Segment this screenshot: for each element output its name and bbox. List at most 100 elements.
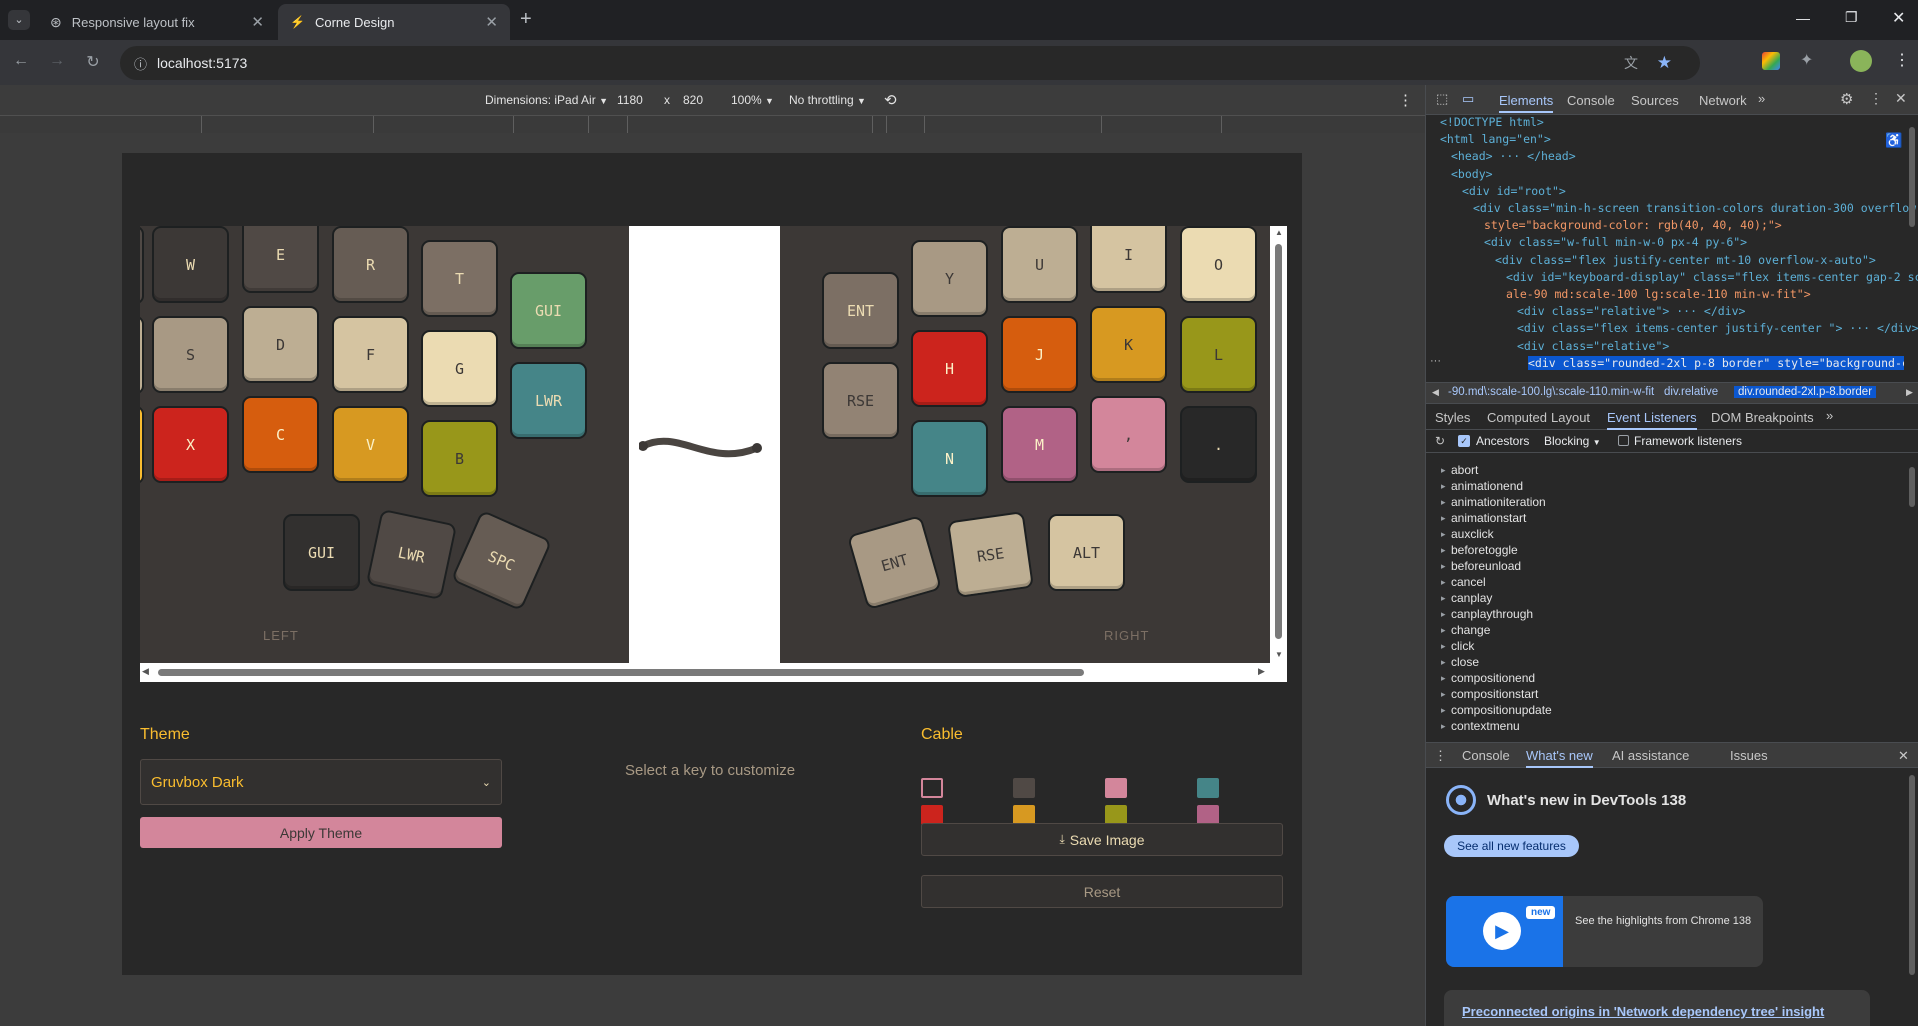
tab-responsive-layout-fix[interactable]: ⊛ Responsive layout fix ✕	[38, 4, 276, 40]
breadcrumb-right-arrow[interactable]: ▶	[1906, 387, 1913, 398]
settings-gear-icon[interactable]: ⚙	[1840, 90, 1853, 108]
device-toggle-icon[interactable]: ▭	[1462, 91, 1474, 107]
dom-node[interactable]: <!DOCTYPE html>	[1440, 115, 1544, 129]
blocking-dropdown[interactable]: Blocking ▼	[1544, 434, 1601, 448]
right-key-j[interactable]: J	[1001, 316, 1078, 393]
tab-network[interactable]: Network	[1699, 93, 1747, 108]
event-listener-item[interactable]: compositionstart	[1441, 687, 1538, 701]
cable-color-swatch[interactable]	[1197, 805, 1219, 825]
highlight-card[interactable]: ▶ new See the highlights from Chrome 138	[1446, 896, 1763, 967]
devtools-menu-icon[interactable]: ⋮	[1869, 90, 1883, 107]
tab-search-button[interactable]: ⌄	[8, 10, 30, 30]
feature-link[interactable]: Preconnected origins in 'Network depende…	[1462, 1004, 1824, 1019]
address-bar[interactable]: ⓘ localhost:5173 文 ★	[120, 46, 1700, 80]
event-listener-item[interactable]: change	[1441, 623, 1490, 637]
event-listener-item[interactable]: animationstart	[1441, 511, 1526, 525]
left-key-c[interactable]: C	[242, 396, 319, 473]
ancestors-checkbox[interactable]: ✓	[1458, 435, 1470, 447]
restore-button[interactable]: ❐	[1845, 9, 1858, 26]
cable-color-swatch[interactable]	[1105, 805, 1127, 825]
right-key-u[interactable]: U	[1001, 226, 1078, 303]
tab-elements[interactable]: Elements	[1499, 93, 1554, 113]
tab-computed[interactable]: Computed	[1487, 410, 1547, 425]
event-listener-item[interactable]: compositionend	[1441, 671, 1535, 685]
keyboard-right-half[interactable]: ENT Y U I O RSE H J K L N M,. ENT RSE ALT RIGHT	[780, 226, 1271, 663]
left-key-w[interactable]: W	[152, 226, 229, 303]
translate-icon[interactable]: 文	[1624, 53, 1638, 73]
left-key-d[interactable]: D	[242, 306, 319, 383]
height-field[interactable]: 820	[683, 93, 703, 107]
tab-styles[interactable]: Styles	[1435, 410, 1470, 425]
tab-corne-design[interactable]: ⚡ Corne Design ✕	[278, 4, 510, 40]
throttle-dropdown[interactable]: No throttling ▼	[789, 93, 866, 107]
event-list-scrollbar[interactable]	[1909, 467, 1915, 507]
drawer-tab-ai-assistance[interactable]: AI assistance	[1612, 748, 1689, 763]
zoom-dropdown[interactable]: 100% ▼	[731, 93, 774, 107]
event-listener-item[interactable]: canplay	[1441, 591, 1492, 605]
more-options-icon[interactable]: ⋮	[1398, 91, 1413, 109]
tab-console[interactable]: Console	[1567, 93, 1615, 108]
minimize-button[interactable]: —	[1796, 10, 1810, 26]
reload-icon[interactable]: ↻	[82, 52, 104, 72]
apply-theme-button[interactable]: Apply Theme	[140, 817, 502, 848]
scroll-thumb[interactable]	[1275, 244, 1282, 639]
tab-dom-breakpoints[interactable]: DOM Breakpoints	[1711, 410, 1814, 425]
extensions-puzzle-icon[interactable]: ✦	[1800, 50, 1813, 70]
cable-color-swatch[interactable]	[921, 778, 943, 798]
drawer-tab-console[interactable]: Console	[1462, 748, 1510, 763]
event-listener-item[interactable]: beforeunload	[1441, 559, 1521, 573]
event-listener-item[interactable]: canplaythrough	[1441, 607, 1533, 621]
scroll-thumb[interactable]	[158, 669, 1084, 676]
dom-node[interactable]: <head> ··· </head>	[1451, 149, 1576, 163]
new-tab-button[interactable]: +	[520, 8, 532, 31]
cable-color-swatch[interactable]	[1197, 778, 1219, 798]
event-listener-item[interactable]: compositionupdate	[1441, 703, 1552, 717]
refresh-icon[interactable]: ↻	[1435, 434, 1445, 448]
right-key-rse[interactable]: RSE	[947, 511, 1034, 598]
right-key-o[interactable]: O	[1180, 226, 1257, 303]
event-listener-item[interactable]: cancel	[1441, 575, 1486, 589]
theme-select[interactable]: Gruvbox Dark ⌄	[140, 759, 502, 805]
right-key-m[interactable]: M	[1001, 406, 1078, 483]
dom-node[interactable]: <div class="relative">	[1517, 339, 1669, 353]
tab-layout[interactable]: Layout	[1551, 410, 1590, 425]
event-listener-item[interactable]: close	[1441, 655, 1479, 669]
left-key-gui[interactable]: GUI	[283, 514, 360, 591]
left-key-f[interactable]: F	[332, 316, 409, 393]
dom-node[interactable]: <div id="root">	[1462, 184, 1566, 198]
tab-sources[interactable]: Sources	[1631, 93, 1679, 108]
dom-node[interactable]: <div class="relative"> ··· </div>	[1517, 304, 1745, 318]
left-key-b[interactable]: B	[421, 420, 498, 497]
event-listener-item[interactable]: auxclick	[1441, 527, 1494, 541]
right-key-h[interactable]: H	[911, 330, 988, 407]
left-key-t[interactable]: T	[421, 240, 498, 317]
drawer-tab-what-s-new[interactable]: What's new	[1526, 748, 1593, 768]
cable-color-swatch[interactable]	[1013, 805, 1035, 825]
dom-node[interactable]: <div class="flex justify-center mt-10 ov…	[1495, 253, 1876, 267]
site-info-icon[interactable]: ⓘ	[134, 54, 147, 73]
right-key-i[interactable]: I	[1090, 226, 1167, 293]
drawer-menu-icon[interactable]: ⋮	[1434, 748, 1447, 764]
right-key-n[interactable]: N	[911, 420, 988, 497]
event-listener-item[interactable]: animationiteration	[1441, 495, 1546, 509]
device-dropdown[interactable]: Dimensions: iPad Air ▼	[485, 93, 608, 107]
menu-kebab-icon[interactable]: ⋮	[1894, 50, 1910, 70]
see-all-features-button[interactable]: See all new features	[1444, 835, 1579, 857]
right-key-ent[interactable]: ENT	[846, 514, 943, 611]
horizontal-scrollbar[interactable]: ◀ ▶	[140, 663, 1287, 682]
width-field[interactable]: 1180	[617, 93, 643, 107]
left-key-e[interactable]: E	[242, 226, 319, 293]
dom-node[interactable]: <div class="flex items-center justify-ce…	[1517, 321, 1918, 335]
right-key-ent[interactable]: ENT	[822, 272, 899, 349]
accessibility-icon[interactable]: ♿	[1885, 132, 1902, 149]
dom-node[interactable]: <html lang="en">	[1440, 132, 1551, 146]
right-key-alt[interactable]: ALT	[1048, 514, 1125, 591]
close-devtools-icon[interactable]: ✕	[1895, 90, 1907, 107]
event-listener-item[interactable]: contextmenu	[1441, 719, 1520, 733]
dom-ellipsis[interactable]: ···	[1430, 355, 1441, 367]
dom-node[interactable]: ale-90 md:scale-100 lg:scale-110 min-w-f…	[1506, 287, 1811, 301]
more-tabs-icon[interactable]: »	[1758, 91, 1765, 106]
rotate-icon[interactable]: ⟲	[884, 91, 897, 109]
left-key-r[interactable]: R	[332, 226, 409, 303]
forward-icon[interactable]: →	[46, 52, 68, 70]
